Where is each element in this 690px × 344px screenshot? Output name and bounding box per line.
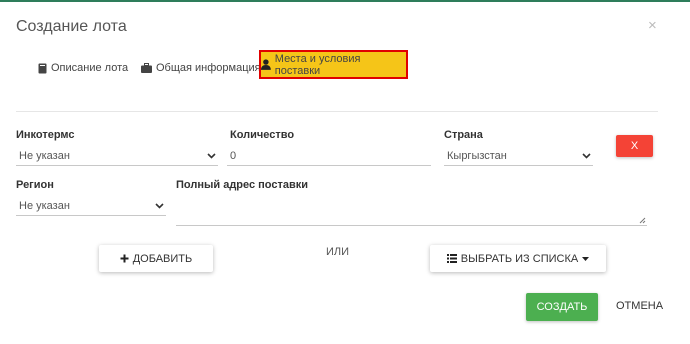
- address-textarea[interactable]: [176, 200, 647, 226]
- incoterms-value: Не указан: [19, 150, 70, 162]
- tab-label: Места и условия поставки: [274, 52, 361, 77]
- tab-label: Описание лота: [51, 62, 129, 74]
- chevron-down-icon: [207, 153, 216, 159]
- dialog-title: Создание лота: [16, 18, 127, 35]
- country-select[interactable]: Кыргызстан: [444, 148, 593, 166]
- country-value: Кыргызстан: [447, 150, 507, 162]
- add-button-label: ДОБАВИТЬ: [132, 252, 193, 265]
- resize-grip-icon: [639, 217, 646, 224]
- book-icon: [38, 63, 47, 73]
- chevron-down-icon: [155, 203, 164, 209]
- region-value: Не указан: [19, 200, 70, 212]
- region-label: Регион: [16, 179, 54, 191]
- briefcase-icon: [141, 63, 152, 73]
- tab-label: Общая информация: [156, 62, 261, 74]
- tab-general-info[interactable]: Общая информация: [141, 56, 261, 80]
- or-separator: ИЛИ: [326, 246, 350, 258]
- select-from-list-button[interactable]: ВЫБРАТЬ ИЗ СПИСКА: [430, 245, 606, 272]
- remove-row-button[interactable]: X: [616, 135, 653, 157]
- incoterms-select[interactable]: Не указан: [16, 148, 218, 166]
- list-icon: [446, 254, 457, 263]
- create-button[interactable]: СОЗДАТЬ: [526, 293, 598, 321]
- chevron-down-icon: [582, 153, 591, 159]
- select-button-label: ВЫБРАТЬ ИЗ СПИСКА: [460, 252, 579, 265]
- quantity-input[interactable]: 0: [227, 148, 431, 166]
- country-label: Страна: [444, 129, 483, 141]
- close-icon[interactable]: ×: [648, 17, 657, 34]
- caret-down-icon: [582, 256, 590, 261]
- top-accent-line: [0, 0, 690, 2]
- quantity-value: 0: [230, 150, 237, 162]
- tab-lot-description[interactable]: Описание лота: [38, 56, 128, 80]
- plus-icon: [120, 254, 129, 263]
- address-label: Полный адрес поставки: [176, 179, 309, 191]
- quantity-label: Количество: [230, 129, 295, 141]
- region-select[interactable]: Не указан: [16, 198, 166, 216]
- incoterms-label: Инкотермс: [16, 129, 75, 141]
- tab-delivery-places[interactable]: Места и условия поставки: [259, 50, 408, 79]
- user-icon: [261, 59, 271, 70]
- add-button[interactable]: ДОБАВИТЬ: [99, 245, 213, 272]
- tabs-divider: [16, 111, 658, 112]
- cancel-button[interactable]: ОТМЕНА: [616, 300, 663, 312]
